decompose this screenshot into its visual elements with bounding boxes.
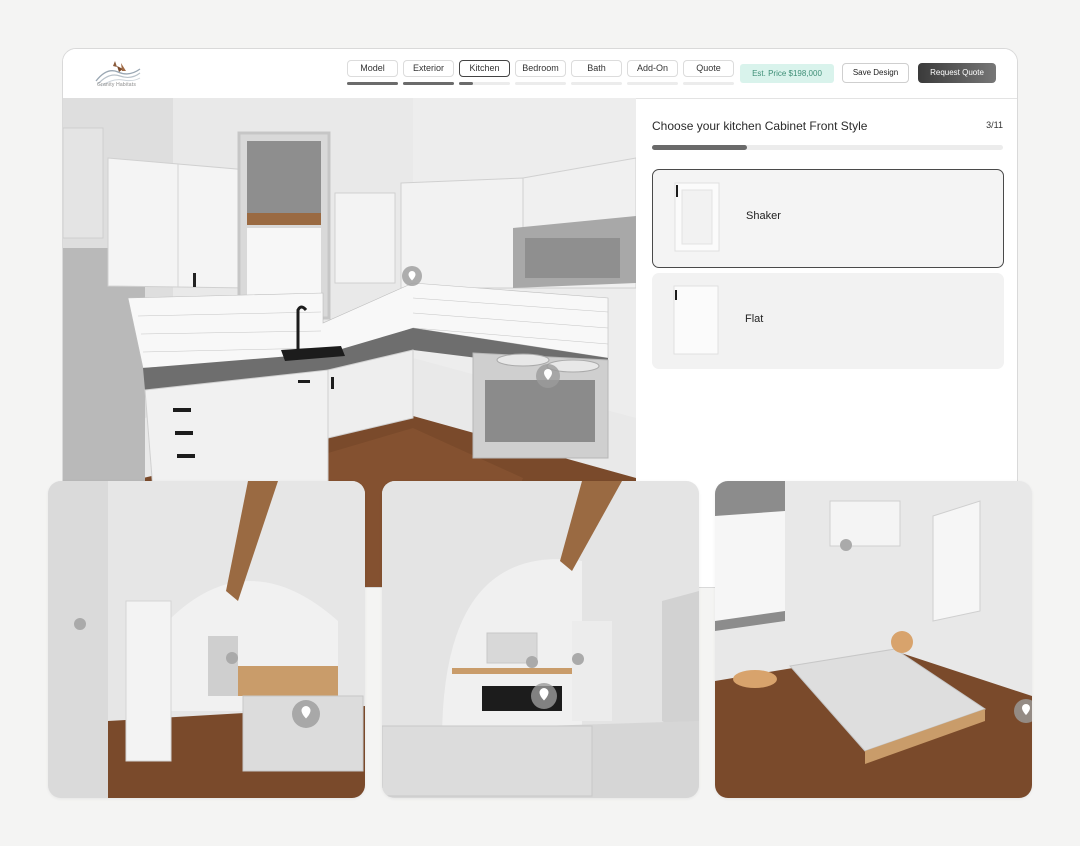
question-progress-bar xyxy=(652,145,1003,150)
step-label: Add-On xyxy=(627,60,678,77)
step-label: Bath xyxy=(571,60,622,77)
estimated-price-badge: Est. Price $198,000 xyxy=(740,64,834,83)
step-bedroom[interactable]: Bedroom xyxy=(515,60,566,86)
lounge-preview[interactable] xyxy=(382,481,699,798)
step-label: Exterior xyxy=(403,60,454,77)
location-pin-icon[interactable] xyxy=(531,683,557,709)
step-progress xyxy=(403,82,454,85)
step-progress xyxy=(347,82,398,85)
brand-logo-text: Granity Habitats xyxy=(97,82,137,88)
question-title: Choose your kitchen Cabinet Front Style xyxy=(652,119,868,133)
step-label: Bedroom xyxy=(515,60,566,77)
step-quote[interactable]: Quote xyxy=(683,60,734,86)
step-progress-fill xyxy=(459,82,473,85)
living-room-render xyxy=(48,481,365,798)
step-progress xyxy=(571,82,622,85)
options-panel: Choose your kitchen Cabinet Front Style … xyxy=(651,98,1005,478)
bedroom-render xyxy=(715,481,1032,798)
question-progress-fill xyxy=(652,145,747,150)
step-progress xyxy=(627,82,678,85)
step-exterior[interactable]: Exterior xyxy=(403,60,454,86)
step-progress xyxy=(683,82,734,85)
save-design-button[interactable]: Save Design xyxy=(842,63,909,83)
living-room-preview[interactable] xyxy=(48,481,365,798)
step-label: Kitchen xyxy=(459,60,510,77)
flat-door-thumbnail xyxy=(673,285,719,355)
step-progress-fill xyxy=(403,82,454,85)
bedroom-preview[interactable] xyxy=(715,481,1032,798)
option-shaker[interactable]: Shaker xyxy=(652,169,1004,268)
location-pin-icon[interactable] xyxy=(292,700,320,728)
top-bar: Granity Habitats Model Exterior Kitchen … xyxy=(63,49,1017,99)
step-model[interactable]: Model xyxy=(347,60,398,86)
step-add-on[interactable]: Add-On xyxy=(627,60,678,86)
shaker-door-thumbnail xyxy=(674,182,720,252)
lounge-render xyxy=(382,481,699,798)
step-counter: 3/11 xyxy=(986,120,1003,130)
step-kitchen[interactable]: Kitchen xyxy=(459,60,510,86)
location-pin-icon[interactable] xyxy=(536,364,560,388)
step-progress xyxy=(515,82,566,85)
step-progress-fill xyxy=(347,82,398,85)
option-label: Flat xyxy=(745,313,764,325)
option-label: Shaker xyxy=(746,210,781,222)
option-flat[interactable]: Flat xyxy=(652,273,1004,369)
step-bath[interactable]: Bath xyxy=(571,60,622,86)
step-progress xyxy=(459,82,510,85)
request-quote-button[interactable]: Request Quote xyxy=(918,63,996,83)
location-pin-icon[interactable] xyxy=(402,266,422,286)
step-label: Quote xyxy=(683,60,734,77)
step-label: Model xyxy=(347,60,398,77)
